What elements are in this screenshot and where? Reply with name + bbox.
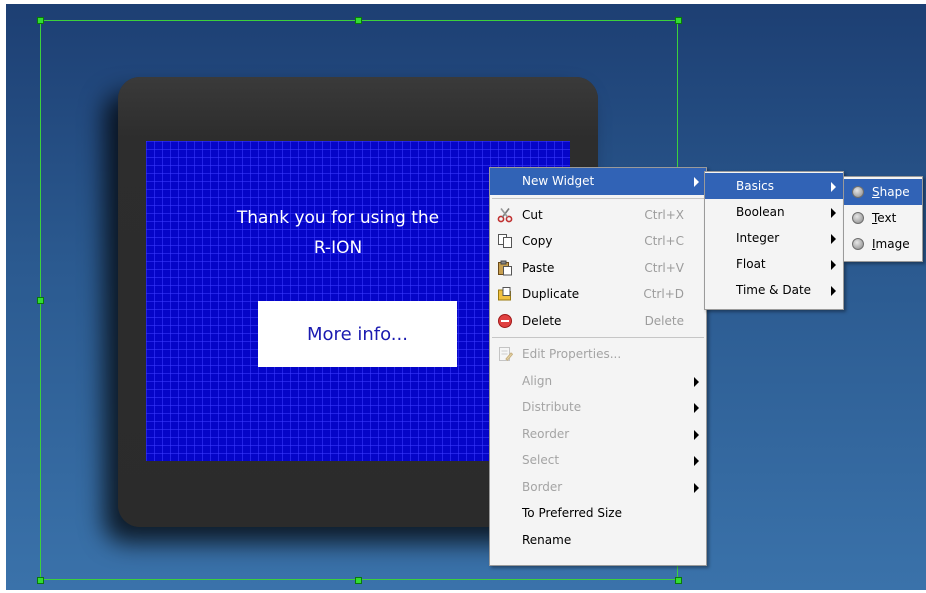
menu-item-label: Reorder — [522, 426, 570, 441]
menu-item-rename[interactable]: Rename — [490, 527, 706, 554]
menu-item-label: Time & Date — [736, 283, 812, 297]
menu-item-label: Border — [522, 479, 563, 494]
label-rest: ext — [877, 211, 897, 225]
menu-item-label: Text — [872, 211, 896, 225]
menu-item-reorder[interactable]: Reorder — [490, 421, 706, 448]
menu-item-label: Edit Properties... — [522, 347, 622, 362]
resize-handle-bottom[interactable] — [355, 577, 362, 584]
submenu-item-integer[interactable]: Integer — [705, 225, 843, 251]
radio-icon — [852, 212, 864, 224]
menu-item-copy[interactable]: Copy Ctrl+C — [490, 228, 706, 255]
resize-handle-top-left[interactable] — [37, 17, 44, 24]
menu-item-shortcut: Ctrl+V — [644, 260, 684, 275]
menu-item-label: Copy — [522, 234, 553, 249]
submenu-item-image[interactable]: Image — [844, 231, 922, 257]
submenu-item-shape[interactable]: Shape — [844, 179, 922, 205]
menu-item-select[interactable]: Select — [490, 447, 706, 474]
menu-item-label: Basics — [736, 179, 775, 193]
duplicate-icon — [498, 287, 511, 301]
submenu-arrow-icon — [831, 208, 836, 218]
menu-item-label: Paste — [522, 260, 555, 275]
label-rest: hape — [879, 185, 910, 199]
menu-item-label: Select — [522, 453, 560, 468]
submenu-arrow-icon — [694, 482, 699, 493]
submenu-item-boolean[interactable]: Boolean — [705, 199, 843, 225]
submenu-arrow-icon — [694, 376, 699, 387]
submenu-arrow-icon — [694, 177, 699, 187]
submenu-arrow-icon — [694, 403, 699, 413]
submenu-arrow-icon — [831, 286, 836, 296]
menu-item-shortcut: Delete — [644, 313, 684, 328]
menu-item-delete[interactable]: Delete Delete — [490, 308, 706, 335]
submenu-item-time-date[interactable]: Time & Date — [705, 277, 843, 303]
paste-icon — [498, 260, 512, 275]
menu-item-shortcut: Ctrl+D — [643, 287, 684, 302]
resize-handle-bottom-right[interactable] — [675, 577, 682, 584]
menu-item-to-preferred-size[interactable]: To Preferred Size — [490, 500, 706, 527]
resize-handle-top-right[interactable] — [675, 17, 682, 24]
menu-item-distribute[interactable]: Distribute — [490, 394, 706, 421]
menu-item-duplicate[interactable]: Duplicate Ctrl+D — [490, 281, 706, 308]
mnemonic-letter: S — [872, 185, 880, 199]
submenu-arrow-icon — [831, 234, 836, 244]
menu-separator — [492, 197, 704, 199]
radio-icon — [852, 186, 864, 198]
menu-item-align[interactable]: Align — [490, 368, 706, 395]
submenu-arrow-icon — [694, 456, 699, 466]
delete-icon — [498, 313, 512, 328]
menu-item-cut[interactable]: Cut Ctrl+X — [490, 202, 706, 229]
submenu-item-float[interactable]: Float — [705, 251, 843, 277]
menu-item-label: Rename — [522, 532, 572, 547]
menu-item-shortcut: Ctrl+C — [644, 234, 684, 249]
menu-item-label: Boolean — [736, 205, 785, 219]
menu-separator — [492, 337, 704, 338]
radio-icon — [852, 238, 864, 250]
menu-item-label: Integer — [736, 231, 780, 245]
menu-item-label: Image — [872, 237, 910, 251]
label-rest: mage — [875, 237, 910, 251]
resize-handle-top[interactable] — [355, 17, 362, 24]
submenu-item-text[interactable]: Text — [844, 205, 922, 231]
context-menu: New Widget Cut Ctrl+X Copy Ctrl+C Paste … — [489, 167, 707, 566]
menu-item-label: New Widget — [522, 174, 595, 189]
menu-item-paste[interactable]: Paste Ctrl+V — [490, 255, 706, 282]
submenu-arrow-icon — [831, 182, 836, 192]
menu-item-label: Duplicate — [522, 287, 580, 302]
menu-item-label: Float — [736, 257, 766, 271]
submenu-item-basics[interactable]: Basics — [705, 173, 843, 199]
menu-item-edit-properties[interactable]: Edit Properties... — [490, 341, 706, 368]
menu-item-label: Shape — [872, 185, 910, 199]
menu-item-border[interactable]: Border — [490, 474, 706, 501]
resize-handle-left[interactable] — [37, 297, 44, 304]
edit-properties-icon — [499, 347, 513, 361]
menu-item-label: Align — [522, 373, 553, 388]
basics-submenu: Shape Text Image — [843, 176, 923, 262]
submenu-arrow-icon — [694, 429, 699, 440]
resize-handle-bottom-left[interactable] — [37, 577, 44, 584]
menu-item-label: To Preferred Size — [522, 506, 622, 521]
menu-item-shortcut: Ctrl+X — [644, 207, 684, 222]
scissors-icon — [497, 207, 513, 222]
menu-item-new-widget[interactable]: New Widget — [490, 168, 706, 195]
new-widget-submenu: Basics Boolean Integer Float Time & Date — [704, 171, 844, 310]
submenu-arrow-icon — [831, 260, 836, 270]
copy-icon — [498, 234, 512, 248]
menu-item-label: Distribute — [522, 400, 582, 415]
menu-item-label: Delete — [522, 313, 562, 328]
menu-item-label: Cut — [522, 207, 543, 222]
